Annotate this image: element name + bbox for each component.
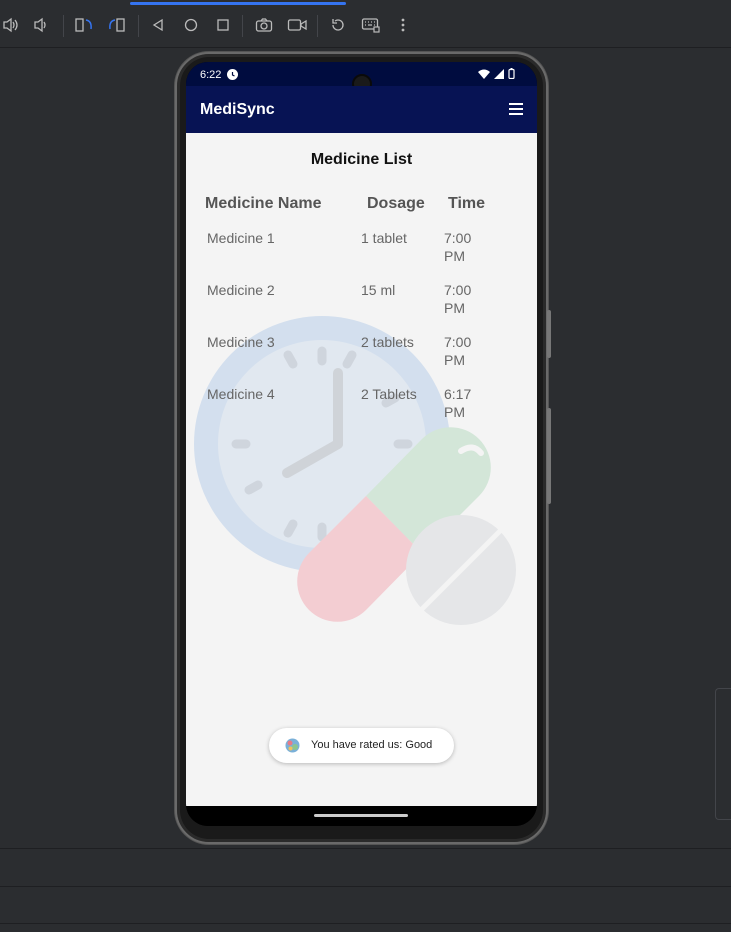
medicine-name: Medicine 2 xyxy=(207,282,275,298)
gesture-handle[interactable] xyxy=(314,814,408,817)
app-bar: MediSync xyxy=(186,86,537,133)
column-header-dosage: Dosage xyxy=(367,195,425,212)
battery-icon xyxy=(508,68,515,82)
table-row[interactable]: Medicine 4 2 Tablets 6:17 PM xyxy=(186,385,537,437)
medicine-dosage: 1 tablet xyxy=(361,230,407,246)
wifi-icon xyxy=(478,69,490,82)
signal-icon xyxy=(494,68,504,82)
home-icon[interactable] xyxy=(180,14,202,36)
emulator-toolbar xyxy=(0,0,731,48)
medicine-name: Medicine 4 xyxy=(207,386,275,402)
more-icon[interactable] xyxy=(392,14,414,36)
keyboard-icon[interactable] xyxy=(360,14,382,36)
back-icon[interactable] xyxy=(147,14,169,36)
table-row[interactable]: Medicine 3 2 tablets 7:00 PM xyxy=(186,333,537,385)
device-screen: 6:22 MediSync Medicine List Medicine Nam… xyxy=(186,62,537,826)
power-button[interactable] xyxy=(547,310,551,358)
divider xyxy=(0,923,731,924)
toast-message: You have rated us: Good xyxy=(311,739,433,751)
toolbar-separator xyxy=(63,15,64,37)
toolbar-separator xyxy=(138,15,139,37)
medicine-name: Medicine 3 xyxy=(207,334,275,350)
reset-icon[interactable] xyxy=(327,14,349,36)
screenshot-icon[interactable] xyxy=(253,14,275,36)
divider xyxy=(0,848,731,849)
navigation-bar xyxy=(186,806,537,826)
medicine-dosage: 2 Tablets xyxy=(361,386,417,402)
table-row[interactable]: Medicine 2 15 ml 7:00 PM xyxy=(186,281,537,333)
side-tool-panel[interactable] xyxy=(715,688,731,820)
toolbar-separator xyxy=(317,15,318,37)
column-header-time: Time xyxy=(448,195,486,212)
main-content: Medicine List Medicine Name Dosage Time … xyxy=(186,133,537,806)
rotate-right-icon[interactable] xyxy=(106,14,128,36)
medicine-time: 7:00 PM xyxy=(444,230,472,264)
app-logo-icon xyxy=(285,738,300,753)
status-bar: 6:22 xyxy=(186,62,537,94)
medicine-time: 7:00 PM xyxy=(444,334,472,368)
status-icons xyxy=(478,68,515,82)
status-time: 6:22 xyxy=(200,69,222,81)
rating-toast: You have rated us: Good xyxy=(269,728,454,763)
loading-progress-bar xyxy=(130,2,346,5)
overview-icon[interactable] xyxy=(212,14,234,36)
divider xyxy=(0,886,731,887)
page-title: Medicine List xyxy=(310,151,413,168)
medicine-name: Medicine 1 xyxy=(207,230,275,246)
medicine-time: 7:00 PM xyxy=(444,282,472,316)
hamburger-menu-icon[interactable] xyxy=(509,103,523,115)
app-title: MediSync xyxy=(200,101,275,118)
table-row[interactable]: Medicine 1 1 tablet 7:00 PM xyxy=(186,229,537,281)
medicine-dosage: 15 ml xyxy=(361,282,396,298)
alarm-icon xyxy=(227,69,238,80)
rotate-left-icon[interactable] xyxy=(73,14,95,36)
screen-record-icon[interactable] xyxy=(286,14,308,36)
volume-up-icon[interactable] xyxy=(0,14,22,36)
volume-rocker[interactable] xyxy=(547,408,551,504)
column-header-name: Medicine Name xyxy=(205,195,322,212)
toolbar-separator xyxy=(242,15,243,37)
volume-down-icon[interactable] xyxy=(30,14,52,36)
medicine-time: 6:17 PM xyxy=(444,386,472,420)
medicine-dosage: 2 tablets xyxy=(361,334,414,350)
